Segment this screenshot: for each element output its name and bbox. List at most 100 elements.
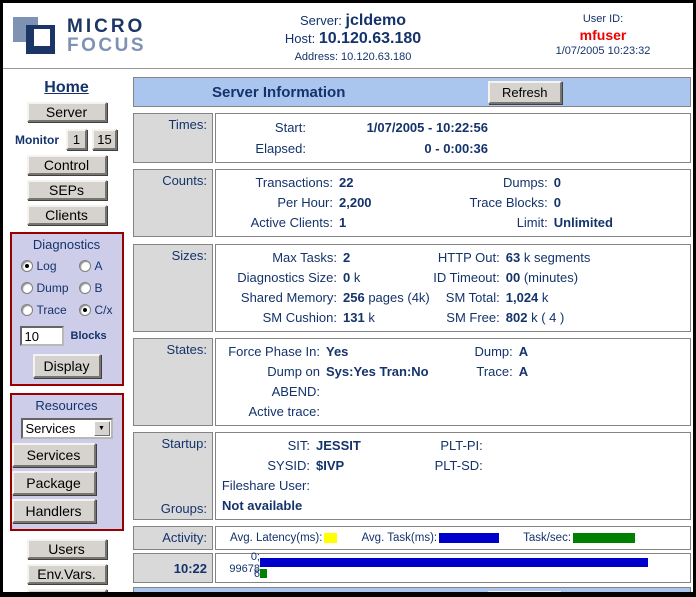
- activity-bar-line: 6: [218, 568, 688, 579]
- avg-task-bar: [260, 558, 648, 567]
- radio-log[interactable]: Log: [21, 259, 79, 273]
- avg-task-legend-label: Avg. Task(ms):: [361, 532, 437, 544]
- activity-section: Activity: Avg. Latency(ms): Avg. Task(ms…: [133, 526, 691, 550]
- states-row: Force Phase In: Yes Dump: A: [218, 342, 688, 362]
- resources-dropdown[interactable]: Services ▼: [21, 418, 113, 439]
- states-section: States: Force Phase In: Yes Dump: A Dump…: [133, 338, 691, 426]
- server-info-title-bottom: Server Information: [212, 594, 345, 597]
- chg-user-button[interactable]: Chg.User: [27, 589, 107, 597]
- startup-row: SIT: JESSIT PLT-PI:: [218, 436, 688, 456]
- handlers-button[interactable]: Handlers: [12, 499, 96, 523]
- radio-cx-icon[interactable]: [79, 304, 91, 316]
- counts-row: Active Clients: 1 Limit: Unlimited: [218, 213, 688, 233]
- radio-cx[interactable]: C/x: [79, 303, 123, 317]
- activity-graph-row: 10:22 0; 99678 6: [133, 553, 691, 583]
- activity-label: Activity:: [162, 530, 207, 545]
- radio-b-icon[interactable]: [79, 282, 91, 294]
- host-label: Host:: [285, 31, 315, 46]
- page-header: MICRO FOCUS Server: jcldemo Host: 10.120…: [3, 3, 693, 69]
- env-vars-button[interactable]: Env.Vars.: [27, 564, 107, 584]
- user-id-label: User ID:: [513, 13, 693, 25]
- monitor-interval-1-button[interactable]: 1: [66, 129, 87, 150]
- chevron-down-icon[interactable]: ▼: [94, 421, 110, 436]
- seps-button[interactable]: SEPs: [27, 180, 107, 200]
- blocks-label: Blocks: [71, 330, 107, 342]
- monitor-interval-15-button[interactable]: 15: [92, 129, 117, 150]
- clients-button[interactable]: Clients: [27, 205, 107, 225]
- task-sec-legend-label: Task/sec:: [523, 532, 571, 544]
- main-content: Server Information Refresh Times: Start:…: [130, 69, 695, 592]
- sizes-label: Sizes:: [172, 248, 207, 263]
- logo-text-micro: MICRO: [67, 17, 146, 36]
- refresh-button-bottom[interactable]: Refresh: [488, 591, 562, 597]
- sizes-row: Max Tasks: 2 HTTP Out: 63 k segments: [218, 248, 688, 268]
- states-label: States:: [167, 342, 207, 357]
- states-row: Active trace:: [218, 402, 688, 422]
- activity-legend: Avg. Latency(ms): Avg. Task(ms): Task/se…: [218, 530, 688, 546]
- address-line: Address: 10.120.63.180: [193, 51, 513, 63]
- server-info-title: Server Information: [212, 84, 345, 101]
- sizes-row: Diagnostics Size: 0 k ID Timeout: 00 (mi…: [218, 268, 688, 288]
- refresh-button-top[interactable]: Refresh: [488, 81, 562, 104]
- host-address: 10.120.63.180: [319, 30, 421, 47]
- sidebar: Home Server Monitor 1 15 Control SEPs Cl…: [3, 69, 130, 592]
- resources-panel: Resources Services ▼ Services Package Ha…: [10, 393, 124, 531]
- user-id-value: mfuser: [513, 27, 693, 43]
- resources-dropdown-value: Services: [23, 421, 94, 436]
- startup-row: SYSID: $IVP PLT-SD:: [218, 456, 688, 476]
- activity-bar-line: 0; 99678: [218, 557, 688, 568]
- counts-row: Per Hour: 2,200 Trace Blocks: 0: [218, 193, 688, 213]
- startup-label: Startup:: [161, 436, 207, 451]
- control-button[interactable]: Control: [27, 155, 107, 175]
- server-button[interactable]: Server: [27, 102, 107, 122]
- sizes-row: SM Cushion: 131 k SM Free: 802 k ( 4 ): [218, 308, 688, 328]
- radio-log-icon[interactable]: [21, 260, 33, 272]
- avg-latency-swatch: [324, 533, 337, 543]
- startup-row: Fileshare User:: [218, 476, 688, 496]
- micro-focus-logo: MICRO FOCUS: [3, 3, 193, 68]
- times-row: Start: 1/07/2005 - 10:22:56: [218, 117, 688, 138]
- server-label: Server:: [300, 13, 342, 28]
- avg-latency-legend-label: Avg. Latency(ms):: [230, 532, 322, 544]
- package-button[interactable]: Package: [12, 471, 96, 495]
- radio-a[interactable]: A: [79, 259, 123, 273]
- activity-time-label: 10:22: [174, 561, 207, 576]
- users-button[interactable]: Users: [27, 539, 107, 559]
- server-name: jcldemo: [346, 12, 406, 29]
- counts-section: Counts: Transactions: 22 Dumps: 0 Per Ho…: [133, 169, 691, 237]
- radio-a-icon[interactable]: [79, 260, 91, 272]
- blocks-input[interactable]: [20, 326, 64, 346]
- sizes-section: Sizes: Max Tasks: 2 HTTP Out: 63 k segme…: [133, 244, 691, 332]
- avg-task-swatch: [439, 533, 499, 543]
- task-sec-bar: [260, 569, 267, 578]
- diagnostics-panel: Diagnostics Log A Dump: [10, 232, 124, 386]
- monitor-label: Monitor: [15, 133, 59, 147]
- server-info-header-bar: Server Information Refresh: [133, 77, 691, 107]
- diagnostics-radio-group: Log A Dump B: [12, 252, 122, 317]
- services-button[interactable]: Services: [12, 443, 96, 467]
- times-section: Times: Start: 1/07/2005 - 10:22:56 Elaps…: [133, 113, 691, 163]
- sizes-row: Shared Memory: 256 pages (4k) SM Total: …: [218, 288, 688, 308]
- radio-dump[interactable]: Dump: [21, 281, 79, 295]
- startup-section: Startup: Groups: SIT: JESSIT PLT-PI: SYS…: [133, 432, 691, 520]
- user-info: User ID: mfuser 1/07/2005 10:23:32: [513, 3, 693, 68]
- radio-trace[interactable]: Trace: [21, 303, 79, 317]
- diagnostics-title: Diagnostics: [12, 237, 122, 252]
- home-link[interactable]: Home: [44, 79, 88, 97]
- radio-dump-icon[interactable]: [21, 282, 33, 294]
- radio-trace-icon[interactable]: [21, 304, 33, 316]
- groups-label: Groups:: [161, 501, 207, 516]
- resources-title: Resources: [12, 398, 122, 413]
- page-timestamp: 1/07/2005 10:23:32: [513, 45, 693, 57]
- micro-focus-logo-icon: [11, 12, 59, 60]
- task-sec-swatch: [573, 533, 635, 543]
- server-info-footer-bar: Server Information Refresh: [133, 587, 691, 597]
- display-button[interactable]: Display: [33, 354, 101, 378]
- logo-text-focus: FOCUS: [67, 36, 146, 55]
- counts-row: Transactions: 22 Dumps: 0: [218, 173, 688, 193]
- micro-focus-server-page: MICRO FOCUS Server: jcldemo Host: 10.120…: [0, 0, 696, 597]
- radio-b[interactable]: B: [79, 281, 123, 295]
- server-identity: Server: jcldemo Host: 10.120.63.180 Addr…: [193, 3, 513, 68]
- activity-bar-value: 6: [218, 568, 260, 580]
- times-row: Elapsed: 0 - 0:00:36: [218, 138, 688, 159]
